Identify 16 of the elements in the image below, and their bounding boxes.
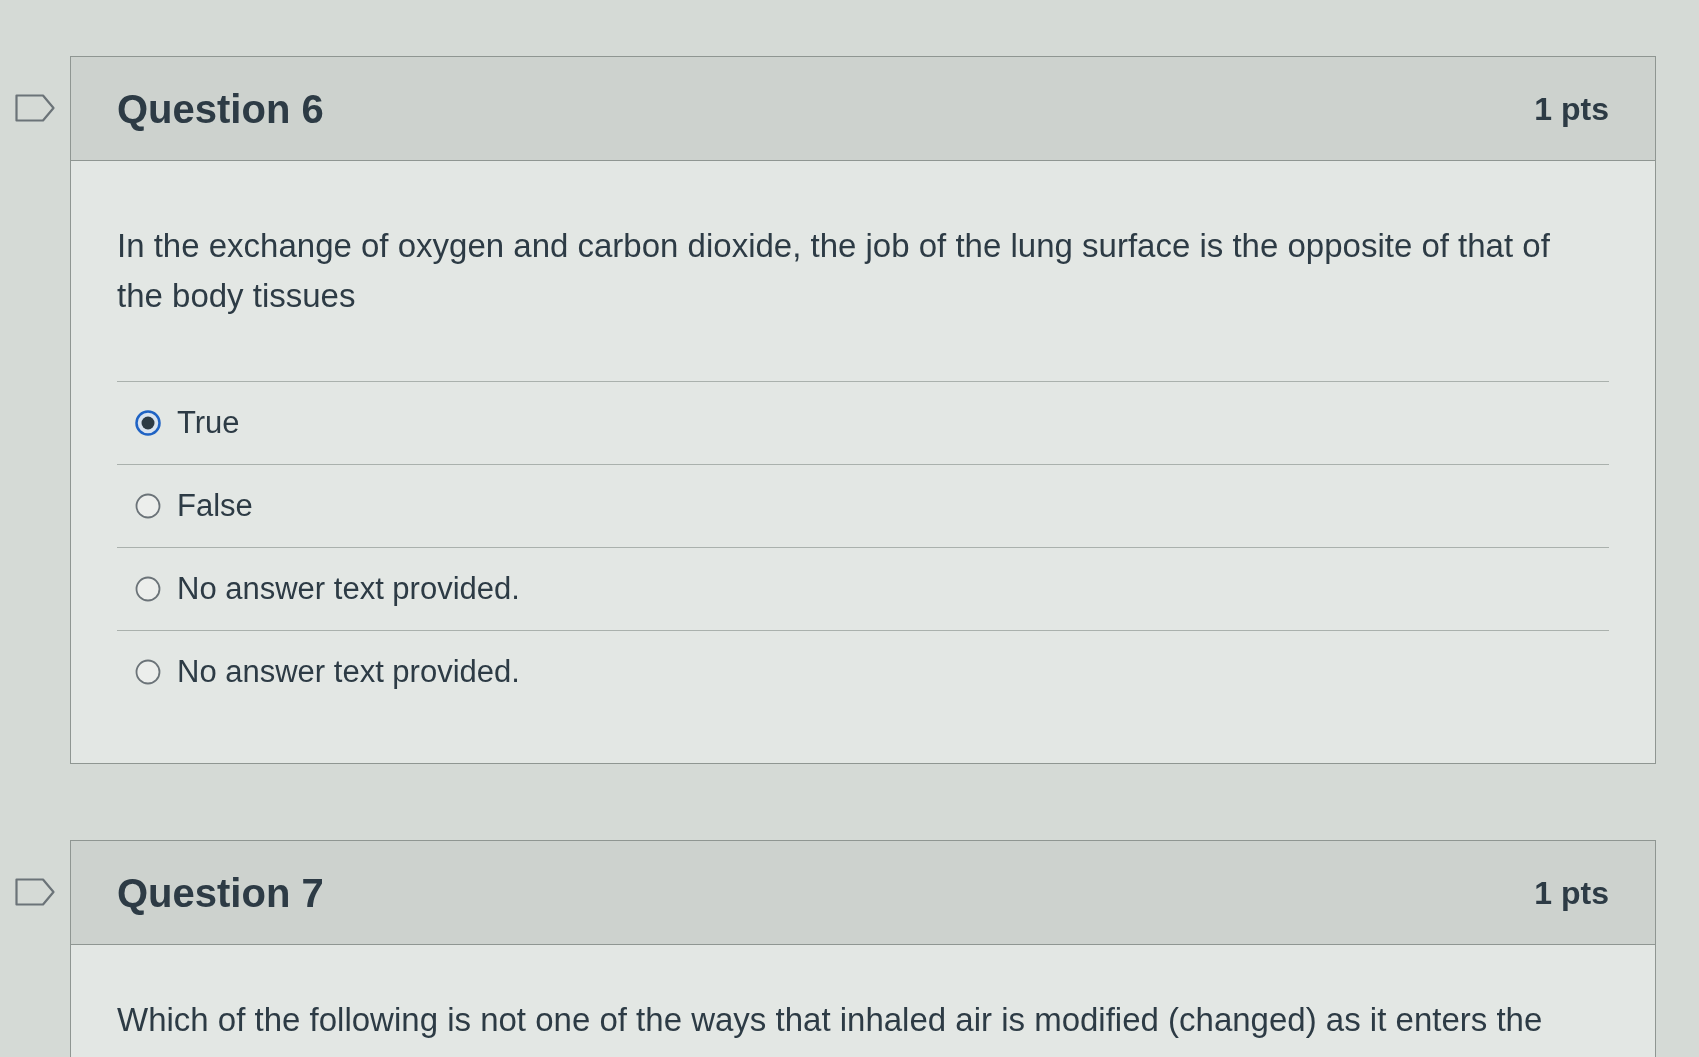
answer-label: No answer text provided.	[177, 570, 520, 608]
question-text: In the exchange of oxygen and carbon dioxide, the job of the lung surface is the opposite of that of the body tissues	[117, 226, 1551, 316]
question-title: Question 7	[117, 869, 324, 917]
question-text: Which of the following is not one of the ways that inhaled air is modified (changed) as it enters the	[117, 1000, 1544, 1040]
answer-label: True	[177, 404, 240, 442]
radio-button[interactable]	[135, 493, 161, 519]
answer-label: No answer text provided.	[177, 653, 520, 691]
tag-icon[interactable]	[15, 878, 55, 906]
radio-button[interactable]	[135, 410, 161, 436]
radio-button[interactable]	[135, 659, 161, 685]
answer-label: False	[177, 487, 253, 525]
points-label: 1 pts	[1534, 89, 1609, 129]
points-label: 1 pts	[1534, 873, 1609, 913]
tag-icon[interactable]	[15, 94, 55, 122]
question-title: Question 6	[117, 85, 324, 133]
radio-button[interactable]	[135, 576, 161, 602]
